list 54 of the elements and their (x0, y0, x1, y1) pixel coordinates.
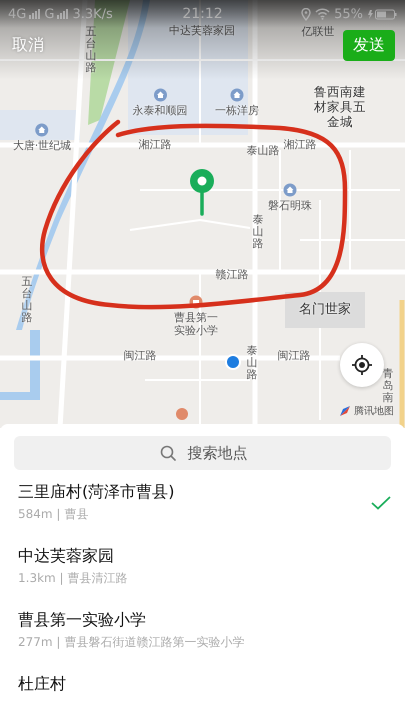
battery-charging-icon (367, 8, 398, 20)
locate-me-button[interactable] (340, 343, 384, 387)
map-pin-icon (190, 169, 214, 216)
road-label: 青岛南 (382, 368, 394, 404)
network-type: G (44, 6, 54, 22)
signal-icon (57, 9, 70, 19)
poi-label: 大唐·世纪城 (12, 139, 72, 152)
crosshair-icon (352, 355, 372, 375)
house-pin-icon (230, 88, 244, 102)
road-label: 闽江路 (124, 349, 156, 362)
search-icon (160, 445, 176, 461)
place-item[interactable]: 杜庄村 (14, 662, 391, 706)
network-type: 4G (8, 6, 26, 22)
house-pin-icon (153, 88, 167, 102)
poi-label: 一栋洋房 (215, 104, 259, 118)
place-detail: 584m | 曹县 (18, 506, 90, 523)
road-label: 泰山路 (252, 214, 264, 250)
clock-time: 21:12 (182, 6, 223, 22)
place-name: 三里庙村(菏泽市曹县) (18, 482, 176, 503)
road-label: 中达芙蓉家园 (169, 24, 235, 38)
place-name: 曹县第一实验小学 (18, 610, 147, 631)
current-location-dot (225, 354, 241, 370)
road-label: 五台山路 (22, 276, 32, 324)
wifi-icon (315, 8, 330, 20)
battery-percent: 55% (334, 6, 364, 22)
place-item[interactable]: 曹县第一实验小学 277m | 曹县磐石街道赣江路第一实验小学 (14, 598, 391, 662)
area-label: 名门世家 (285, 292, 365, 328)
signal-icon (29, 9, 42, 19)
network-speed: 3.3K/s (72, 6, 113, 22)
place-item[interactable]: 三里庙村(菏泽市曹县) 584m | 曹县 (14, 470, 391, 534)
poi-label: 永泰和顺园 (132, 104, 188, 118)
place-detail: 277m | 曹县磐石街道赣江路第一实验小学 (18, 634, 246, 651)
school-pin-icon (189, 295, 203, 309)
map-logo-icon (339, 405, 351, 417)
place-name: 中达芙蓉家园 (18, 546, 115, 567)
road-label: 湘江路 (138, 138, 172, 152)
poi-label: 曹县第一实验小学 (174, 311, 218, 338)
poi-label: 磐石明珠 (268, 199, 312, 212)
place-item[interactable]: 中达芙蓉家园 1.3km | 曹县清江路 (14, 534, 391, 598)
map-provider-label: 腾讯地图 (354, 404, 394, 418)
road-label: 泰山路 (246, 144, 280, 158)
road-label: 亿联世 (302, 25, 334, 38)
place-label: 鲁西南建材家具五金城 (313, 84, 367, 129)
house-pin-icon (283, 183, 297, 197)
place-name: 杜庄村 (18, 674, 67, 695)
road-label: 五台山路 (86, 26, 96, 74)
road-label: 闽江路 (278, 349, 310, 362)
road-label: 赣江路 (216, 268, 248, 282)
house-pin-icon (35, 123, 49, 137)
road-label: 湘江路 (284, 138, 316, 152)
place-detail: 1.3km | 曹县清江路 (18, 570, 128, 587)
location-icon (301, 8, 312, 20)
search-field[interactable]: 搜索地点 (14, 436, 391, 470)
road-label: 泰山路 (246, 345, 258, 382)
